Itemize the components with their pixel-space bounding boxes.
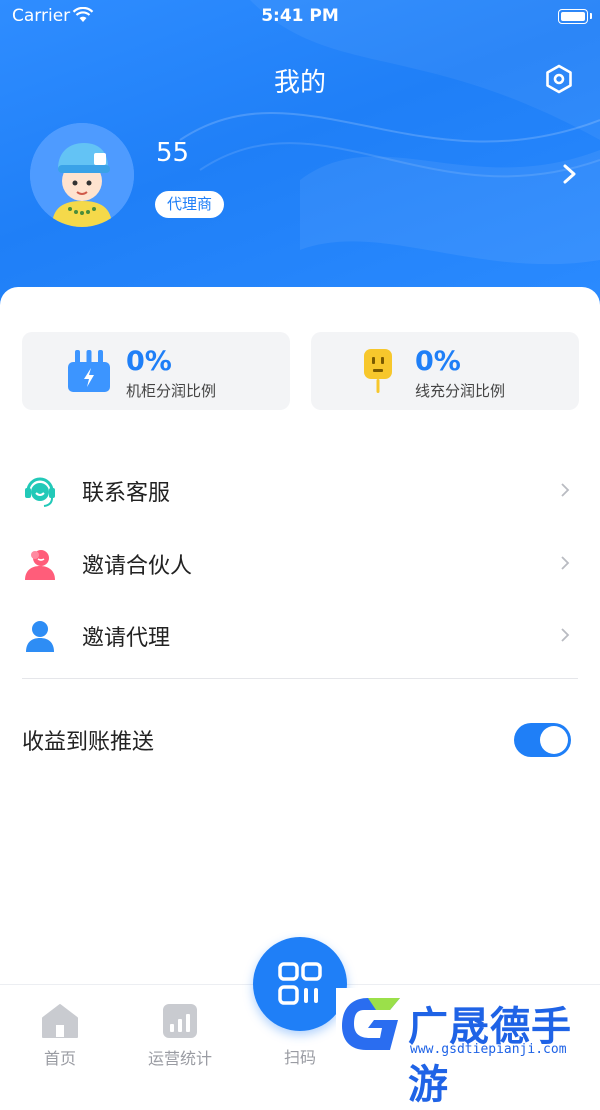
status-bar: Carrier 5:41 PM — [0, 0, 600, 32]
battery-icon — [558, 9, 588, 24]
page-title: 我的 — [273, 68, 326, 98]
settings-icon[interactable] — [544, 64, 574, 94]
cable-share-value: 0% — [415, 346, 461, 377]
watermark-url: www.gsdtiepianji.com — [410, 1042, 567, 1057]
headset-icon — [25, 477, 55, 507]
tab-statistics[interactable]: 运营统计 — [120, 985, 240, 1068]
menu-label: 邀请合伙人 — [82, 554, 193, 579]
scan-button[interactable] — [253, 937, 347, 1031]
push-toggle[interactable] — [514, 723, 571, 757]
menu-contact-service[interactable]: 联系客服 — [0, 460, 600, 520]
cable-share-card: 0% 线充分润比例 — [311, 332, 579, 410]
user-icon — [26, 621, 54, 652]
avatar-illustration-icon — [30, 123, 134, 227]
cable-share-label: 线充分润比例 — [415, 382, 506, 400]
menu-invite-partner[interactable]: 邀请合伙人 — [0, 533, 600, 593]
avatar[interactable] — [30, 123, 134, 227]
chevron-right-icon — [561, 483, 570, 497]
chevron-right-icon[interactable] — [560, 160, 580, 188]
tab-label: 首页 — [43, 1049, 76, 1068]
cabinet-share-card: 0% 机柜分润比例 — [22, 332, 290, 410]
tab-label: 运营统计 — [147, 1049, 212, 1068]
cabinet-icon — [68, 350, 110, 392]
partner-icon — [25, 550, 55, 580]
toggle-knob — [540, 726, 568, 754]
role-badge: 代理商 — [155, 191, 225, 218]
watermark-logo-icon — [342, 998, 400, 1050]
watermark: 广晟德手游 www.gsdtiepianji.com — [336, 988, 600, 1108]
cabinet-share-value: 0% — [126, 346, 172, 377]
battery-cap — [590, 13, 592, 19]
profile-header: Carrier 5:41 PM 我的 55 代理商 — [0, 0, 600, 320]
menu-invite-agent[interactable]: 邀请代理 — [0, 605, 600, 665]
chevron-right-icon — [561, 628, 570, 642]
tab-home[interactable]: 首页 — [0, 985, 120, 1068]
push-setting-label: 收益到账推送 — [22, 730, 155, 755]
cabinet-share-label: 机柜分润比例 — [126, 382, 217, 400]
section-divider — [22, 678, 578, 679]
scan-icon — [278, 962, 322, 1005]
home-icon — [42, 1004, 78, 1038]
status-time: 5:41 PM — [261, 6, 339, 26]
chart-icon — [163, 1004, 197, 1038]
chevron-right-icon — [561, 556, 570, 570]
plug-icon — [364, 349, 392, 393]
menu-label: 邀请代理 — [82, 626, 171, 651]
menu-label: 联系客服 — [82, 481, 171, 506]
user-name: 55 — [156, 138, 190, 168]
